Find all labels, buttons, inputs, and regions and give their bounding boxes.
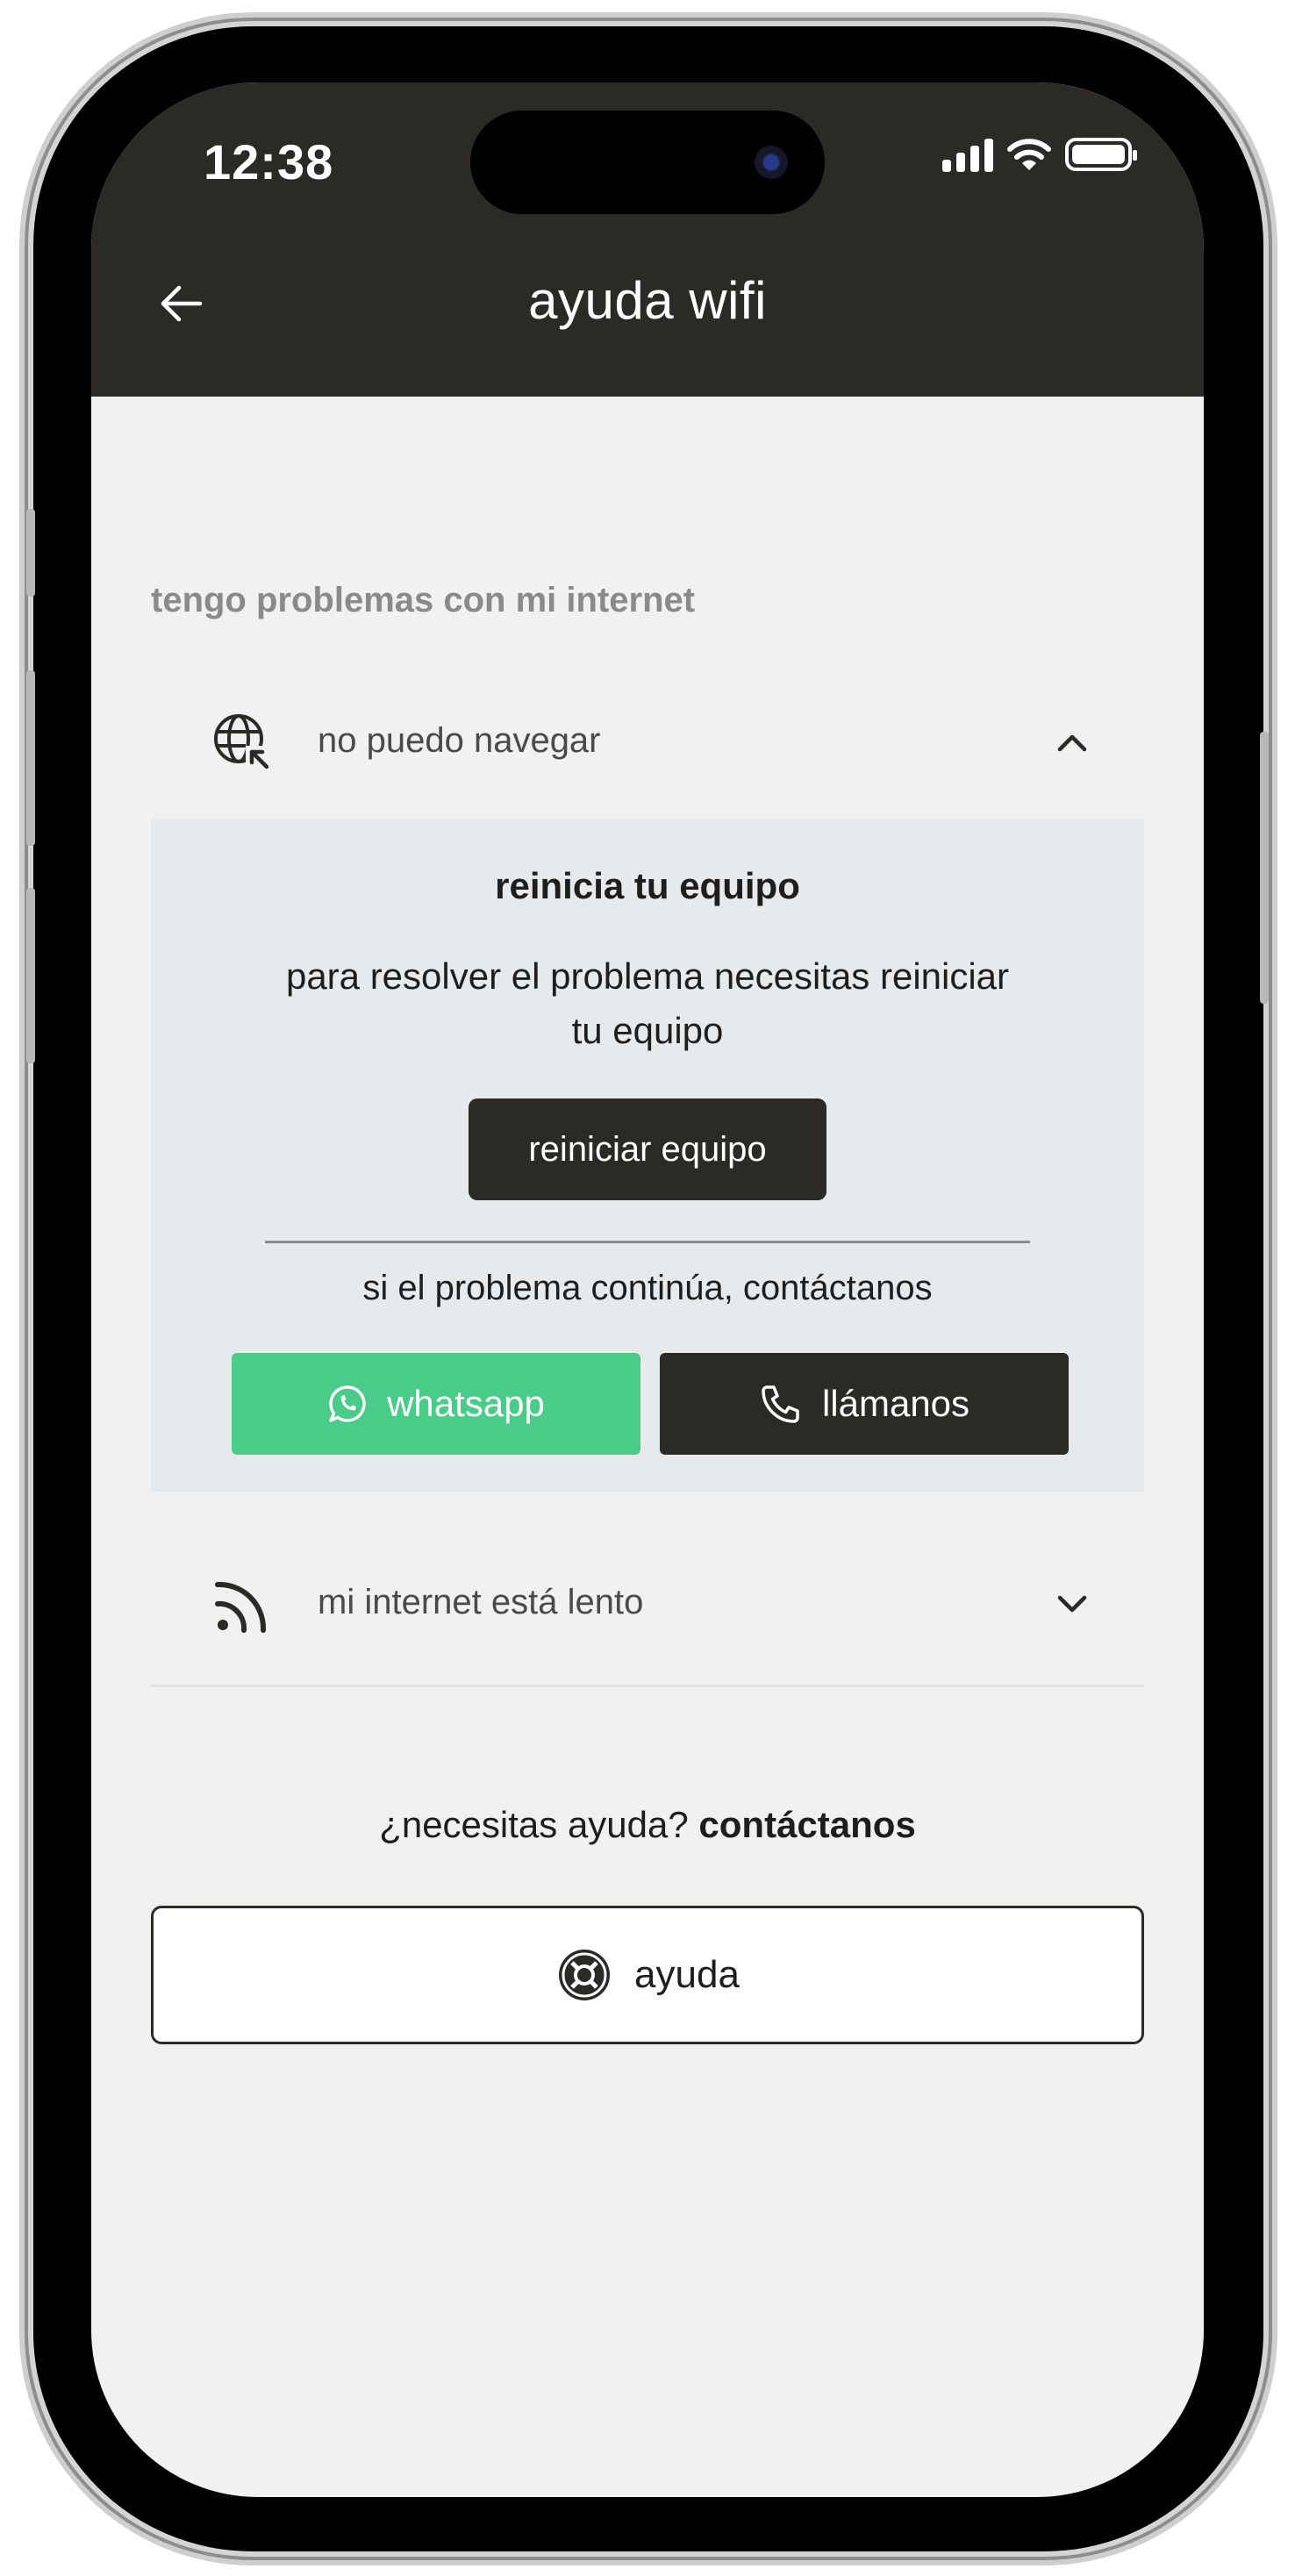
volume-up-button	[26, 670, 35, 846]
wifi-icon	[1007, 139, 1051, 170]
panel-title: reinicia tu equipo	[495, 865, 800, 906]
divider	[265, 1241, 1030, 1243]
section-label: tengo problemas con mi internet	[151, 581, 696, 619]
help-question: ¿necesitas ayuda?	[379, 1804, 689, 1845]
signal-waves-icon	[215, 1581, 267, 1633]
help-button[interactable]: ayuda	[151, 1906, 1144, 2044]
silent-switch	[26, 509, 35, 597]
accordion-panel: reinicia tu equipo para resolver el prob…	[151, 819, 1144, 1492]
battery-icon	[1065, 138, 1137, 171]
call-button[interactable]: llámanos	[660, 1353, 1069, 1455]
phone-screen: 12:38 ayuda wifi tengo problemas con mi …	[91, 82, 1204, 2497]
divider	[151, 1685, 1144, 1687]
help-button-label: ayuda	[634, 1953, 740, 1996]
restart-equipment-button[interactable]: reiniciar equipo	[469, 1098, 826, 1200]
power-button	[1260, 732, 1269, 1004]
contact-text: si el problema continúa, contáctanos	[362, 1269, 933, 1307]
whatsapp-icon	[329, 1385, 366, 1422]
accordion-label: mi internet está lento	[318, 1583, 644, 1621]
help-contact: contáctanos	[698, 1804, 916, 1845]
whatsapp-label: whatsapp	[387, 1383, 545, 1424]
whatsapp-button[interactable]: whatsapp	[232, 1353, 640, 1455]
status-icons	[942, 137, 1137, 172]
accordion-item-internet-lento[interactable]: mi internet está lento	[151, 1549, 1144, 1655]
volume-down-button	[26, 888, 35, 1063]
help-prompt: ¿necesitas ayuda? contáctanos	[91, 1804, 1204, 1846]
phone-icon	[762, 1385, 799, 1423]
dynamic-island	[470, 111, 825, 214]
chevron-down-icon[interactable]	[1051, 1583, 1093, 1625]
status-time: 12:38	[204, 134, 334, 190]
camera-icon	[755, 146, 788, 179]
app-header: 12:38 ayuda wifi	[91, 82, 1204, 397]
cellular-signal-icon	[942, 137, 993, 172]
chevron-up-icon[interactable]	[1051, 721, 1093, 763]
panel-description: para resolver el problema necesitas rein…	[285, 955, 1010, 1051]
accordion-label: no puedo navegar	[318, 721, 601, 760]
call-label: llámanos	[821, 1383, 970, 1424]
page-title: ayuda wifi	[528, 271, 767, 330]
globe-cursor-icon	[214, 714, 272, 772]
accordion-item-no-puedo-navegar[interactable]: no puedo navegar	[151, 688, 1144, 793]
lifebuoy-icon	[559, 1950, 611, 2000]
